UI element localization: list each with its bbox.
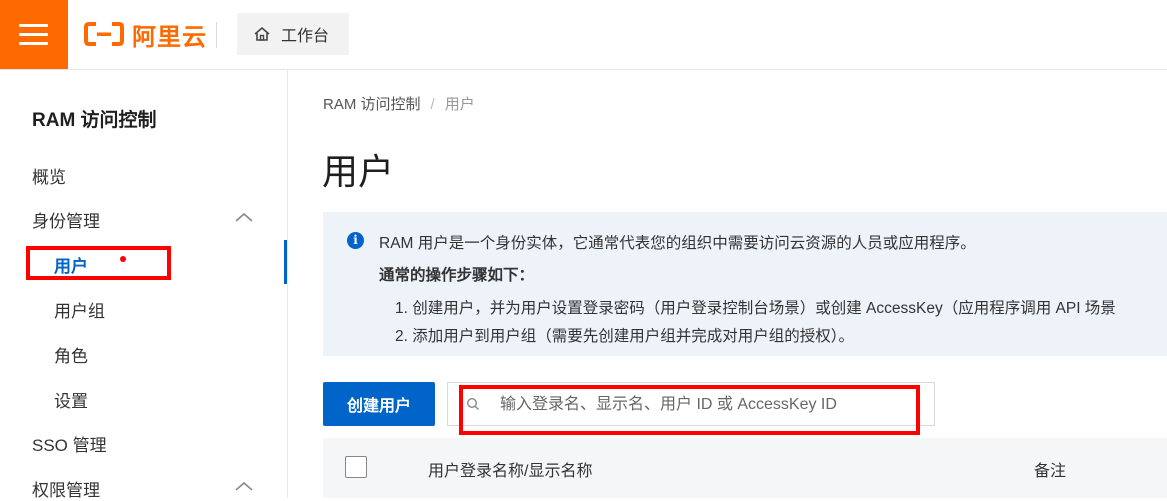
menu-icon-line [19,42,48,45]
column-header-login-name: 用户登录名称/显示名称 [428,463,593,480]
menu-icon-line [19,24,48,27]
sidebar-item-user-groups[interactable]: 用户组 [54,297,105,322]
workbench-button[interactable]: 工作台 [237,13,349,55]
menu-icon-line [19,33,48,36]
column-header-remarks: 备注 [1034,463,1067,480]
annotation-box-search [459,385,920,435]
brand-name: 阿里云 [132,23,207,51]
info-description: RAM 用户是一个身份实体，它通常代表您的组织中需要访问云资源的人员或应用程序。 [379,235,976,252]
sidebar-item-roles[interactable]: 角色 [54,342,88,367]
sidebar-item-permission-management[interactable]: 权限管理 [32,476,100,501]
breadcrumb-separator: / [430,96,435,113]
info-step-2: 2. 添加用户到用户组（需要先创建用户组并完成对用户组的授权）。 [395,328,854,345]
home-icon [254,26,270,41]
table-header: 用户登录名称/显示名称 备注 [323,438,1167,498]
active-indicator [284,240,287,284]
aliyun-logo-icon [84,22,124,46]
create-user-button[interactable]: 创建用户 [323,382,435,426]
info-panel: i RAM 用户是一个身份实体，它通常代表您的组织中需要访问云资源的人员或应用程… [323,212,1167,356]
header-divider [216,22,217,48]
top-bar: 阿里云 工作台 [0,0,1167,70]
hamburger-menu-button[interactable] [0,0,68,69]
info-icon: i [347,232,364,249]
breadcrumb-current: 用户 [444,96,475,113]
sidebar: RAM 访问控制 概览 身份管理 用户 用户组 角色 设置 SSO 管理 权限管… [0,70,288,501]
sidebar-item-identity-management[interactable]: 身份管理 [32,207,100,232]
info-step-1: 1. 创建用户，并为用户设置登录密码（用户登录控制台场景）或创建 AccessK… [395,300,1116,317]
sidebar-title: RAM 访问控制 [32,110,157,131]
annotation-dot [120,256,126,262]
aliyun-logo[interactable]: 阿里云 [84,18,207,51]
sidebar-item-sso-management[interactable]: SSO 管理 [32,431,107,456]
workbench-label: 工作台 [281,28,330,45]
sidebar-item-overview[interactable]: 概览 [32,163,66,188]
page-title: 用户 [322,151,395,192]
chevron-up-icon[interactable] [234,211,254,223]
chevron-up-icon[interactable] [234,480,254,492]
breadcrumb: RAM 访问控制 / 用户 [323,93,475,114]
breadcrumb-root-link[interactable]: RAM 访问控制 [323,96,421,113]
annotation-box-users [26,246,171,280]
info-steps-title: 通常的操作步骤如下： [379,267,535,284]
sidebar-item-settings[interactable]: 设置 [54,387,88,412]
select-all-checkbox[interactable] [345,456,367,478]
